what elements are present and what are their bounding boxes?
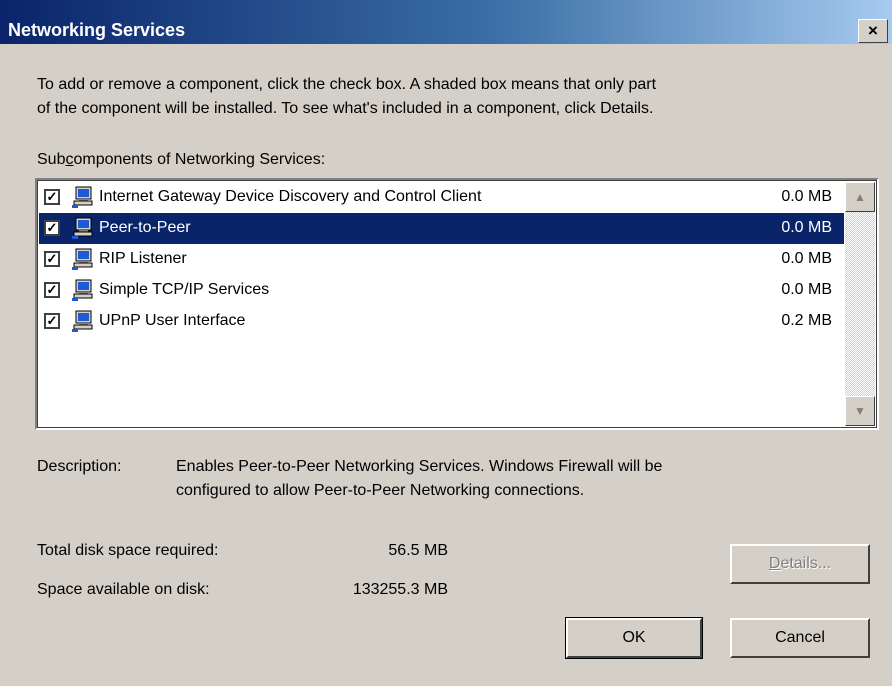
checkbox[interactable]: ✓ (44, 251, 60, 267)
checkmark-icon: ✓ (46, 220, 58, 235)
scroll-down-button[interactable]: ▼ (845, 396, 875, 426)
cancel-button-label: Cancel (775, 629, 825, 646)
close-button[interactable]: × (858, 19, 888, 43)
list-item-size: 0.0 MB (781, 281, 832, 298)
description-line-1: Enables Peer-to-Peer Networking Services… (176, 458, 663, 475)
checkbox[interactable]: ✓ (44, 220, 60, 236)
list-item[interactable]: ✓ RIP Listener 0.0 MB (39, 244, 844, 275)
subcomponents-label-part: Sub (37, 151, 66, 168)
instructions-line-1: To add or remove a component, click the … (37, 76, 657, 93)
ok-button[interactable]: OK (565, 617, 703, 659)
list-item-label: UPnP User Interface (99, 312, 246, 329)
vertical-scrollbar[interactable]: ▲ ▼ (845, 182, 875, 426)
disk-available-label: Space available on disk: (37, 581, 210, 598)
network-computer-icon (72, 279, 93, 301)
list-item[interactable]: ✓ Internet Gateway Device Discovery and … (39, 182, 844, 213)
list-item-label: Internet Gateway Device Discovery and Co… (99, 188, 482, 205)
instructions-line-2: of the component will be installed. To s… (37, 100, 654, 117)
checkmark-icon: ✓ (46, 282, 58, 297)
scroll-up-icon: ▲ (854, 190, 866, 204)
disk-available-value: 133255.3 MB (352, 581, 448, 598)
details-button-accelerator: D (768, 555, 781, 572)
list-item[interactable]: ✓ UPnP User Interface 0.2 MB (39, 306, 844, 337)
list-item-label: Simple TCP/IP Services (99, 281, 270, 298)
description-line-2: configured to allow Peer-to-Peer Network… (176, 482, 585, 499)
window-title: Networking Services (8, 20, 186, 40)
description-text: Enables Peer-to-Peer Networking Services… (176, 455, 662, 503)
details-button[interactable]: Details... (730, 544, 870, 584)
network-computer-icon (72, 248, 93, 270)
network-computer-icon (72, 310, 93, 332)
list-item-size: 0.0 MB (781, 219, 832, 236)
subcomponents-label: Subcomponents of Networking Services: (37, 150, 325, 170)
list-item-label: RIP Listener (99, 250, 187, 267)
disk-required-label: Total disk space required: (37, 542, 219, 559)
ok-button-label: OK (622, 629, 646, 646)
close-icon: × (868, 21, 878, 40)
description-label: Description: (37, 458, 122, 475)
checkbox[interactable]: ✓ (44, 282, 60, 298)
subcomponents-list[interactable]: ✓ Internet Gateway Device Discovery and … (35, 178, 879, 430)
list-item-size: 0.2 MB (781, 312, 832, 329)
title-bar: Networking Services × (0, 0, 892, 44)
instructions-text: To add or remove a component, click the … (37, 73, 877, 121)
list-item-size: 0.0 MB (781, 250, 832, 267)
checkbox[interactable]: ✓ (44, 313, 60, 329)
list-item-label: Peer-to-Peer (99, 219, 191, 236)
cancel-button[interactable]: Cancel (730, 618, 870, 658)
disk-required-value: 56.5 MB (388, 542, 448, 559)
checkmark-icon: ✓ (46, 313, 58, 328)
checkbox[interactable]: ✓ (44, 189, 60, 205)
list-item[interactable]: ✓ Peer-to-Peer 0.0 MB (39, 213, 844, 244)
checkmark-icon: ✓ (46, 189, 58, 204)
list-item[interactable]: ✓ Simple TCP/IP Services 0.0 MB (39, 275, 844, 306)
scroll-up-button[interactable]: ▲ (845, 182, 875, 212)
list-item-size: 0.0 MB (781, 188, 832, 205)
details-button-label: etails... (780, 555, 832, 572)
network-computer-icon (72, 186, 93, 208)
network-computer-icon (72, 217, 93, 239)
scroll-down-icon: ▼ (854, 404, 866, 418)
checkmark-icon: ✓ (46, 251, 58, 266)
subcomponents-label-part: omponents of Networking Services: (73, 151, 326, 168)
